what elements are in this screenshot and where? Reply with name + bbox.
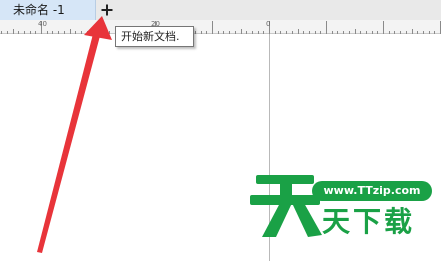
tooltip-text: 开始新文档. xyxy=(121,30,180,43)
plus-icon xyxy=(101,4,113,16)
new-document-button[interactable] xyxy=(98,1,116,19)
ruler-label: 40 xyxy=(38,20,47,28)
document-tab-untitled[interactable]: 未命名 -1 xyxy=(0,0,96,20)
document-tab-label: 未命名 -1 xyxy=(13,3,65,17)
new-document-tooltip: 开始新文档. xyxy=(115,26,194,47)
watermark-url: www.TTzip.com xyxy=(323,184,421,197)
ruler-label: 0 xyxy=(266,20,271,28)
horizontal-ruler[interactable]: 40 20 0 xyxy=(0,20,441,34)
watermark-name: 天下载 xyxy=(322,205,416,238)
document-tab-bar: 未命名 -1 xyxy=(0,0,441,20)
ruler-ticks xyxy=(1,21,441,34)
watermark: www.TTzip.com 天下载 xyxy=(246,165,436,245)
watermark-url-badge: www.TTzip.com xyxy=(312,181,432,201)
watermark-logo-icon xyxy=(250,175,322,237)
